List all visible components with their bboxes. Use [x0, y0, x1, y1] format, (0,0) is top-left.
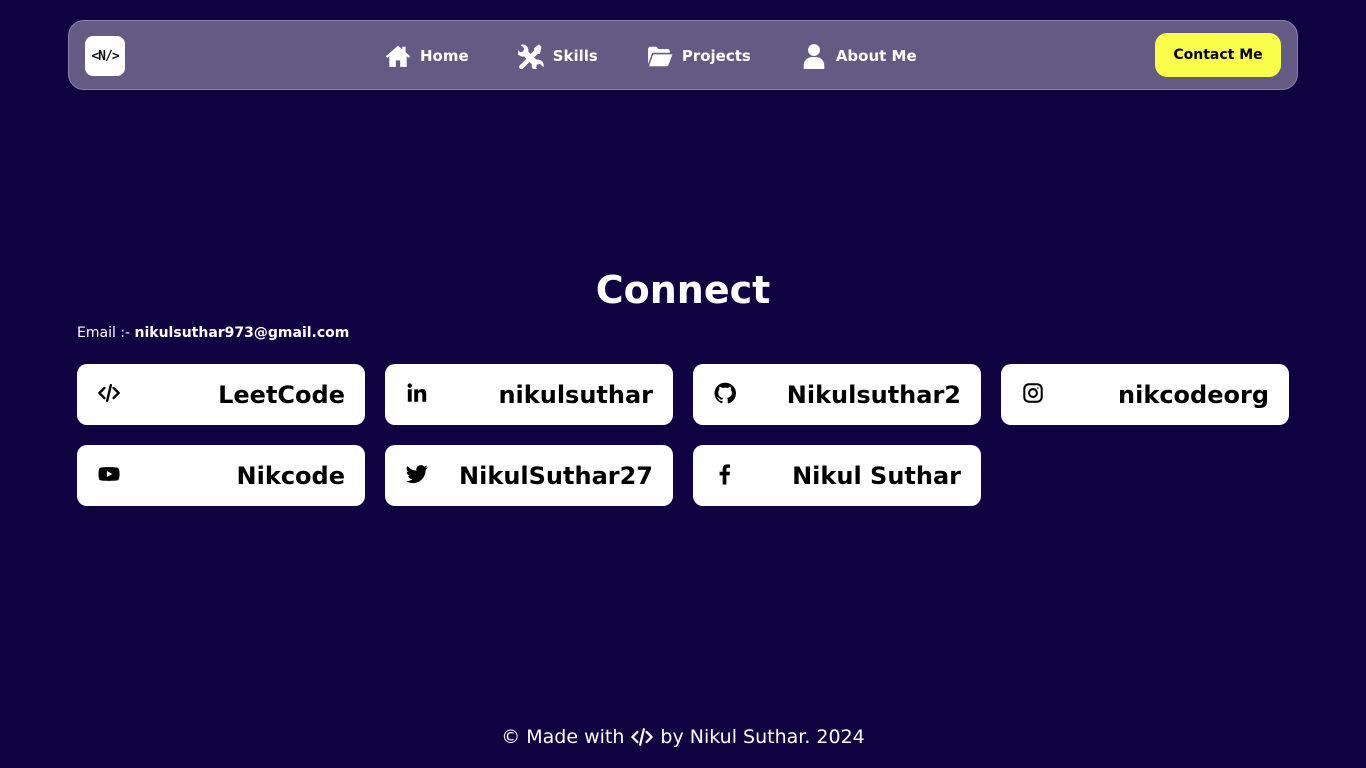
twitter-icon	[405, 462, 429, 486]
github-icon	[713, 381, 737, 405]
youtube-icon	[97, 462, 121, 486]
footer-suffix: by Nikul Suthar. 2024	[660, 726, 865, 748]
social-card-instagram[interactable]: nikcodeorg	[1001, 364, 1289, 425]
tools-icon	[517, 44, 544, 69]
user-icon	[803, 44, 825, 69]
code-icon	[631, 728, 654, 746]
email-label: Email :-	[77, 325, 131, 341]
nav-link-projects[interactable]: Projects	[647, 43, 751, 69]
social-links: LeetCode nikulsuthar Nikulsuthar2 nikcod…	[77, 364, 1289, 506]
social-card-linkedin[interactable]: nikulsuthar	[385, 364, 673, 425]
nav-link-home[interactable]: Home	[385, 43, 469, 69]
social-card-leetcode[interactable]: LeetCode	[77, 364, 365, 425]
nav-link-label: Projects	[681, 47, 751, 65]
social-card-label: Nikcode	[236, 461, 345, 490]
site-logo[interactable]: <N/>	[85, 36, 125, 76]
footer-prefix: © Made with	[501, 726, 625, 748]
instagram-icon	[1021, 381, 1045, 405]
social-card-facebook[interactable]: Nikul Suthar	[693, 445, 981, 506]
social-card-twitter[interactable]: NikulSuthar27	[385, 445, 673, 506]
connect-title: Connect	[595, 268, 771, 312]
nav-link-about[interactable]: About Me	[801, 43, 917, 69]
navbar: <N/> Home Skills Projects About Me Conta…	[68, 20, 1298, 90]
social-card-label: LeetCode	[218, 380, 345, 409]
nav-link-skills[interactable]: Skills	[517, 43, 598, 69]
email-line: Email :- nikulsuthar973@gmail.com	[77, 325, 349, 341]
nav-link-label: About Me	[835, 47, 917, 65]
code-icon	[97, 381, 121, 405]
nav-link-label: Home	[420, 47, 469, 65]
nav-link-label: Skills	[552, 47, 598, 65]
contact-me-button[interactable]: Contact Me	[1155, 33, 1281, 77]
social-card-label: Nikul Suthar	[792, 461, 961, 490]
social-card-label: Nikulsuthar2	[786, 380, 961, 409]
nav-links: Home Skills Projects About Me	[385, 21, 917, 91]
home-icon	[385, 45, 411, 67]
social-card-github[interactable]: Nikulsuthar2	[693, 364, 981, 425]
logo-text: <N/>	[91, 48, 119, 64]
social-card-label: nikulsuthar	[498, 380, 653, 409]
footer: © Made with by Nikul Suthar. 2024	[0, 726, 1366, 748]
social-card-label: NikulSuthar27	[459, 461, 653, 490]
folder-open-icon	[647, 46, 673, 67]
email-value[interactable]: nikulsuthar973@gmail.com	[135, 325, 350, 341]
linkedin-icon	[405, 381, 429, 405]
facebook-icon	[713, 462, 737, 486]
social-card-youtube[interactable]: Nikcode	[77, 445, 365, 506]
social-card-label: nikcodeorg	[1118, 380, 1269, 409]
